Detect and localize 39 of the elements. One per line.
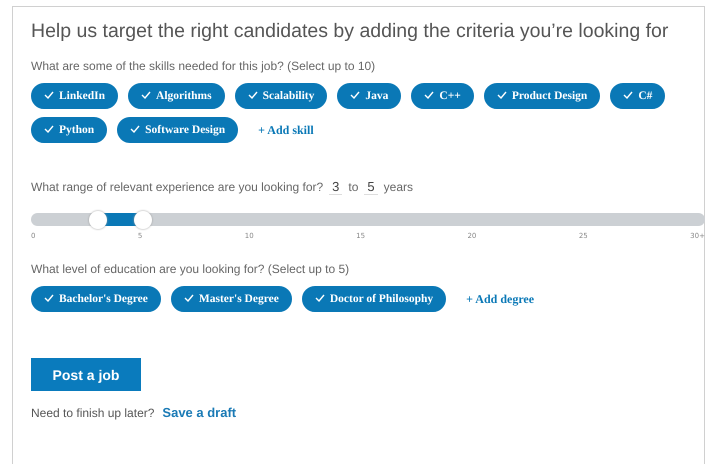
check-icon: [130, 125, 140, 133]
check-icon: [424, 91, 434, 99]
years-input[interactable]: 5: [364, 179, 378, 195]
degree-chip[interactable]: Doctor of Philosophy: [302, 286, 446, 312]
skill-chip[interactable]: Algorithms: [128, 83, 225, 109]
skill-chip[interactable]: Java: [337, 83, 402, 109]
check-icon: [44, 125, 54, 133]
slider-handle[interactable]: [134, 211, 152, 229]
check-icon: [623, 91, 634, 99]
skill-chip[interactable]: LinkedIn: [31, 83, 118, 109]
to-label: to: [348, 180, 358, 194]
check-icon: [350, 91, 360, 99]
skill-chip[interactable]: Scalability: [234, 83, 328, 109]
years-input[interactable]: 3: [329, 179, 342, 195]
check-icon: [141, 91, 152, 99]
skill-chip[interactable]: Product Design: [484, 83, 600, 109]
degree-chip[interactable]: Master's Degree: [170, 286, 292, 312]
add-degree-link[interactable]: + Add degree: [466, 292, 534, 306]
draft-prompt: Need to finish up later?: [31, 406, 154, 420]
question-text: What are some of the skills needed for this job? (Select up to 10): [31, 59, 376, 73]
skill-chip[interactable]: C++: [411, 83, 474, 109]
check-icon: [248, 91, 258, 99]
check-icon: [184, 294, 194, 302]
years-label: years: [384, 180, 413, 194]
slider-handle[interactable]: [89, 211, 108, 229]
question-text: What range of relevant experience are you looking for?: [31, 180, 324, 194]
add-skill-link[interactable]: + Add skill: [258, 122, 314, 138]
degree-chip[interactable]: Bachelor's Degree: [31, 286, 161, 312]
skill-chip[interactable]: Software Design: [117, 117, 238, 143]
question-text: What level of education are you looking for? (Select up to 5): [31, 262, 350, 276]
post-job-button[interactable]: Post a job: [31, 358, 141, 391]
skill-chip[interactable]: C#: [610, 83, 666, 109]
check-icon: [496, 91, 507, 99]
skill-chip[interactable]: Python: [31, 117, 108, 143]
page-title: Help us target the right candidates by adding the criteria you’re looking for: [31, 19, 668, 43]
save-draft-link[interactable]: Save a draft: [162, 405, 236, 420]
check-icon: [314, 294, 325, 302]
check-icon: [44, 294, 54, 302]
check-icon: [44, 91, 54, 99]
